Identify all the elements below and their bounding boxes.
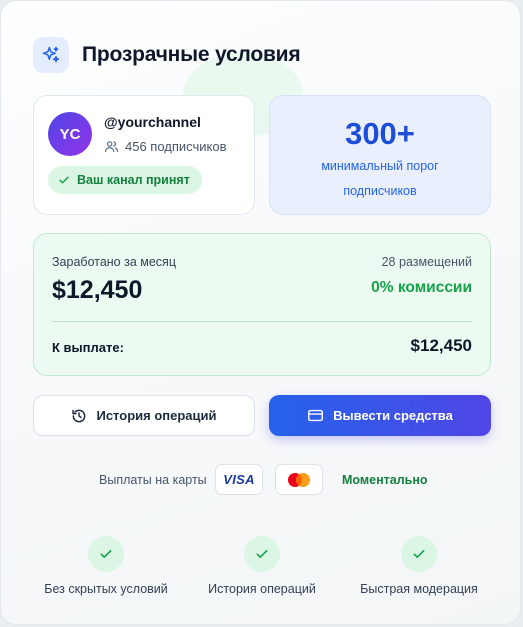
credit-card-icon	[308, 409, 324, 422]
status-badge: Ваш канал принят	[48, 166, 202, 194]
subscriber-count-text: 456 подписчиков	[125, 139, 227, 154]
payout-label: К выплате:	[52, 340, 124, 355]
card-header: Прозрачные условия	[33, 37, 301, 73]
feature-label: Быстрая модерация	[360, 582, 478, 596]
history-button-label: История операций	[96, 408, 217, 423]
divider	[52, 321, 472, 322]
history-button[interactable]: История операций	[33, 395, 255, 436]
threshold-value: 300+	[345, 116, 415, 151]
instant-label: Моментально	[342, 473, 428, 487]
withdraw-button-label: Вывести средства	[333, 408, 453, 423]
check-icon	[401, 536, 437, 572]
commission-rate: 0% комиссии	[371, 279, 472, 296]
history-icon	[72, 409, 86, 422]
threshold-label: минимальный порог подписчиков	[321, 159, 439, 198]
check-icon	[244, 536, 280, 572]
visa-logo: VISA	[215, 464, 263, 495]
users-icon	[104, 141, 119, 153]
conditions-card: Прозрачные условия YC @yourchannel 456 п…	[0, 0, 521, 625]
check-icon	[59, 176, 69, 184]
channel-handle: @yourchannel	[104, 114, 201, 130]
page-title: Прозрачные условия	[82, 43, 301, 66]
subscriber-count: 456 подписчиков	[104, 139, 227, 154]
payout-methods-label: Выплаты на карты	[99, 473, 207, 487]
feature-item: Быстрая модерация	[339, 536, 499, 596]
feature-label: Без скрытых условий	[44, 582, 168, 596]
threshold-card: 300+ минимальный порог подписчиков	[269, 95, 491, 215]
mastercard-logo	[275, 464, 323, 495]
avatar: YC	[48, 112, 92, 156]
payout-methods: Выплаты на карты VISA Моментально	[1, 464, 520, 496]
sparkles-icon	[33, 37, 69, 73]
feature-label: История операций	[208, 582, 316, 596]
channel-card: YC @yourchannel 456 подписчиков Ваш кана…	[33, 95, 255, 215]
earnings-label: Заработано за месяц	[52, 255, 176, 269]
withdraw-button[interactable]: Вывести средства	[269, 395, 491, 436]
payout-value: $12,450	[410, 336, 472, 355]
earnings-card: Заработано за месяц $12,450 28 размещени…	[33, 233, 491, 376]
status-badge-text: Ваш канал принят	[77, 173, 190, 187]
check-icon	[88, 536, 124, 572]
feature-item: История операций	[182, 536, 342, 596]
feature-item: Без скрытых условий	[26, 536, 186, 596]
placements-count: 28 размещений	[381, 255, 472, 269]
earnings-value: $12,450	[52, 276, 143, 304]
